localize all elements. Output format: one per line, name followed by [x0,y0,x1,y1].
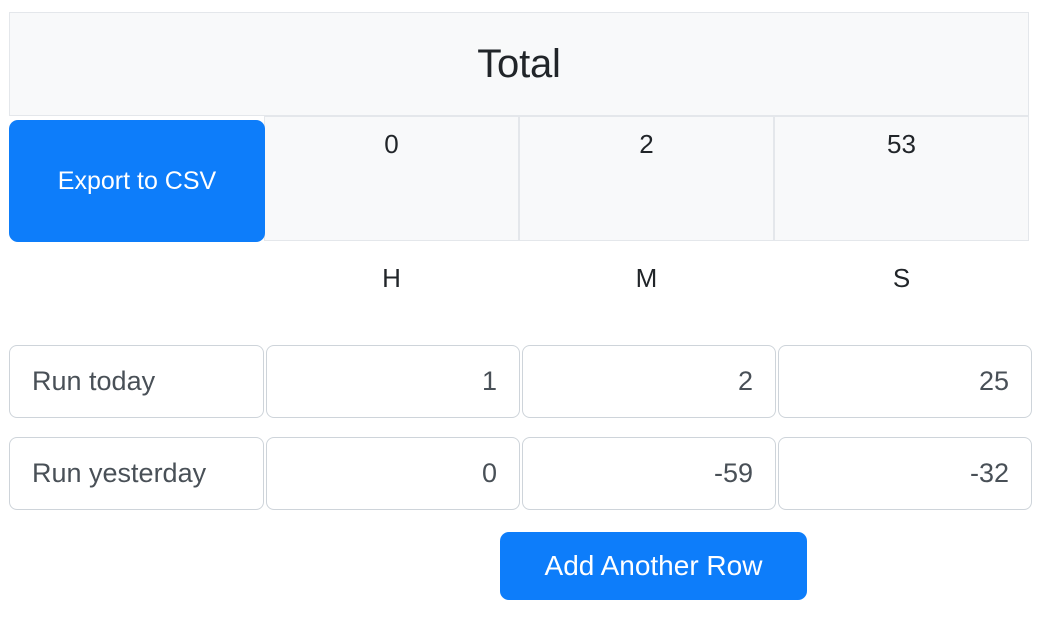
total-hours-cell: 0 [264,116,519,241]
row-label-input-1[interactable] [9,345,264,418]
row-hours-input-2[interactable] [266,437,520,510]
entry-rows [9,345,1030,529]
total-minutes-cell: 2 [519,116,774,241]
summary-table: Total Export to CSV 0 2 53 [9,12,1029,241]
row-hours-input-1[interactable] [266,345,520,418]
page-title: Total [9,12,1029,116]
total-seconds-cell: 53 [774,116,1029,241]
unit-label-row: H M S [9,265,1029,291]
export-to-csv-button[interactable]: Export to CSV [9,120,265,242]
unit-label-hours: H [264,265,519,291]
summary-title-row: Total [9,12,1029,116]
time-totals-app: Total Export to CSV 0 2 53 H M S [0,0,1042,626]
table-row [9,437,1030,510]
unit-row-spacer [9,265,264,291]
row-minutes-input-2[interactable] [522,437,776,510]
row-label-input-2[interactable] [9,437,264,510]
row-seconds-input-2[interactable] [778,437,1032,510]
row-minutes-input-1[interactable] [522,345,776,418]
export-cell: Export to CSV [9,116,264,241]
unit-label-minutes: M [519,265,774,291]
add-another-row-button[interactable]: Add Another Row [500,532,807,600]
summary-totals-row: Export to CSV 0 2 53 [9,116,1029,241]
table-row [9,345,1030,418]
row-seconds-input-1[interactable] [778,345,1032,418]
unit-label-seconds: S [774,265,1029,291]
